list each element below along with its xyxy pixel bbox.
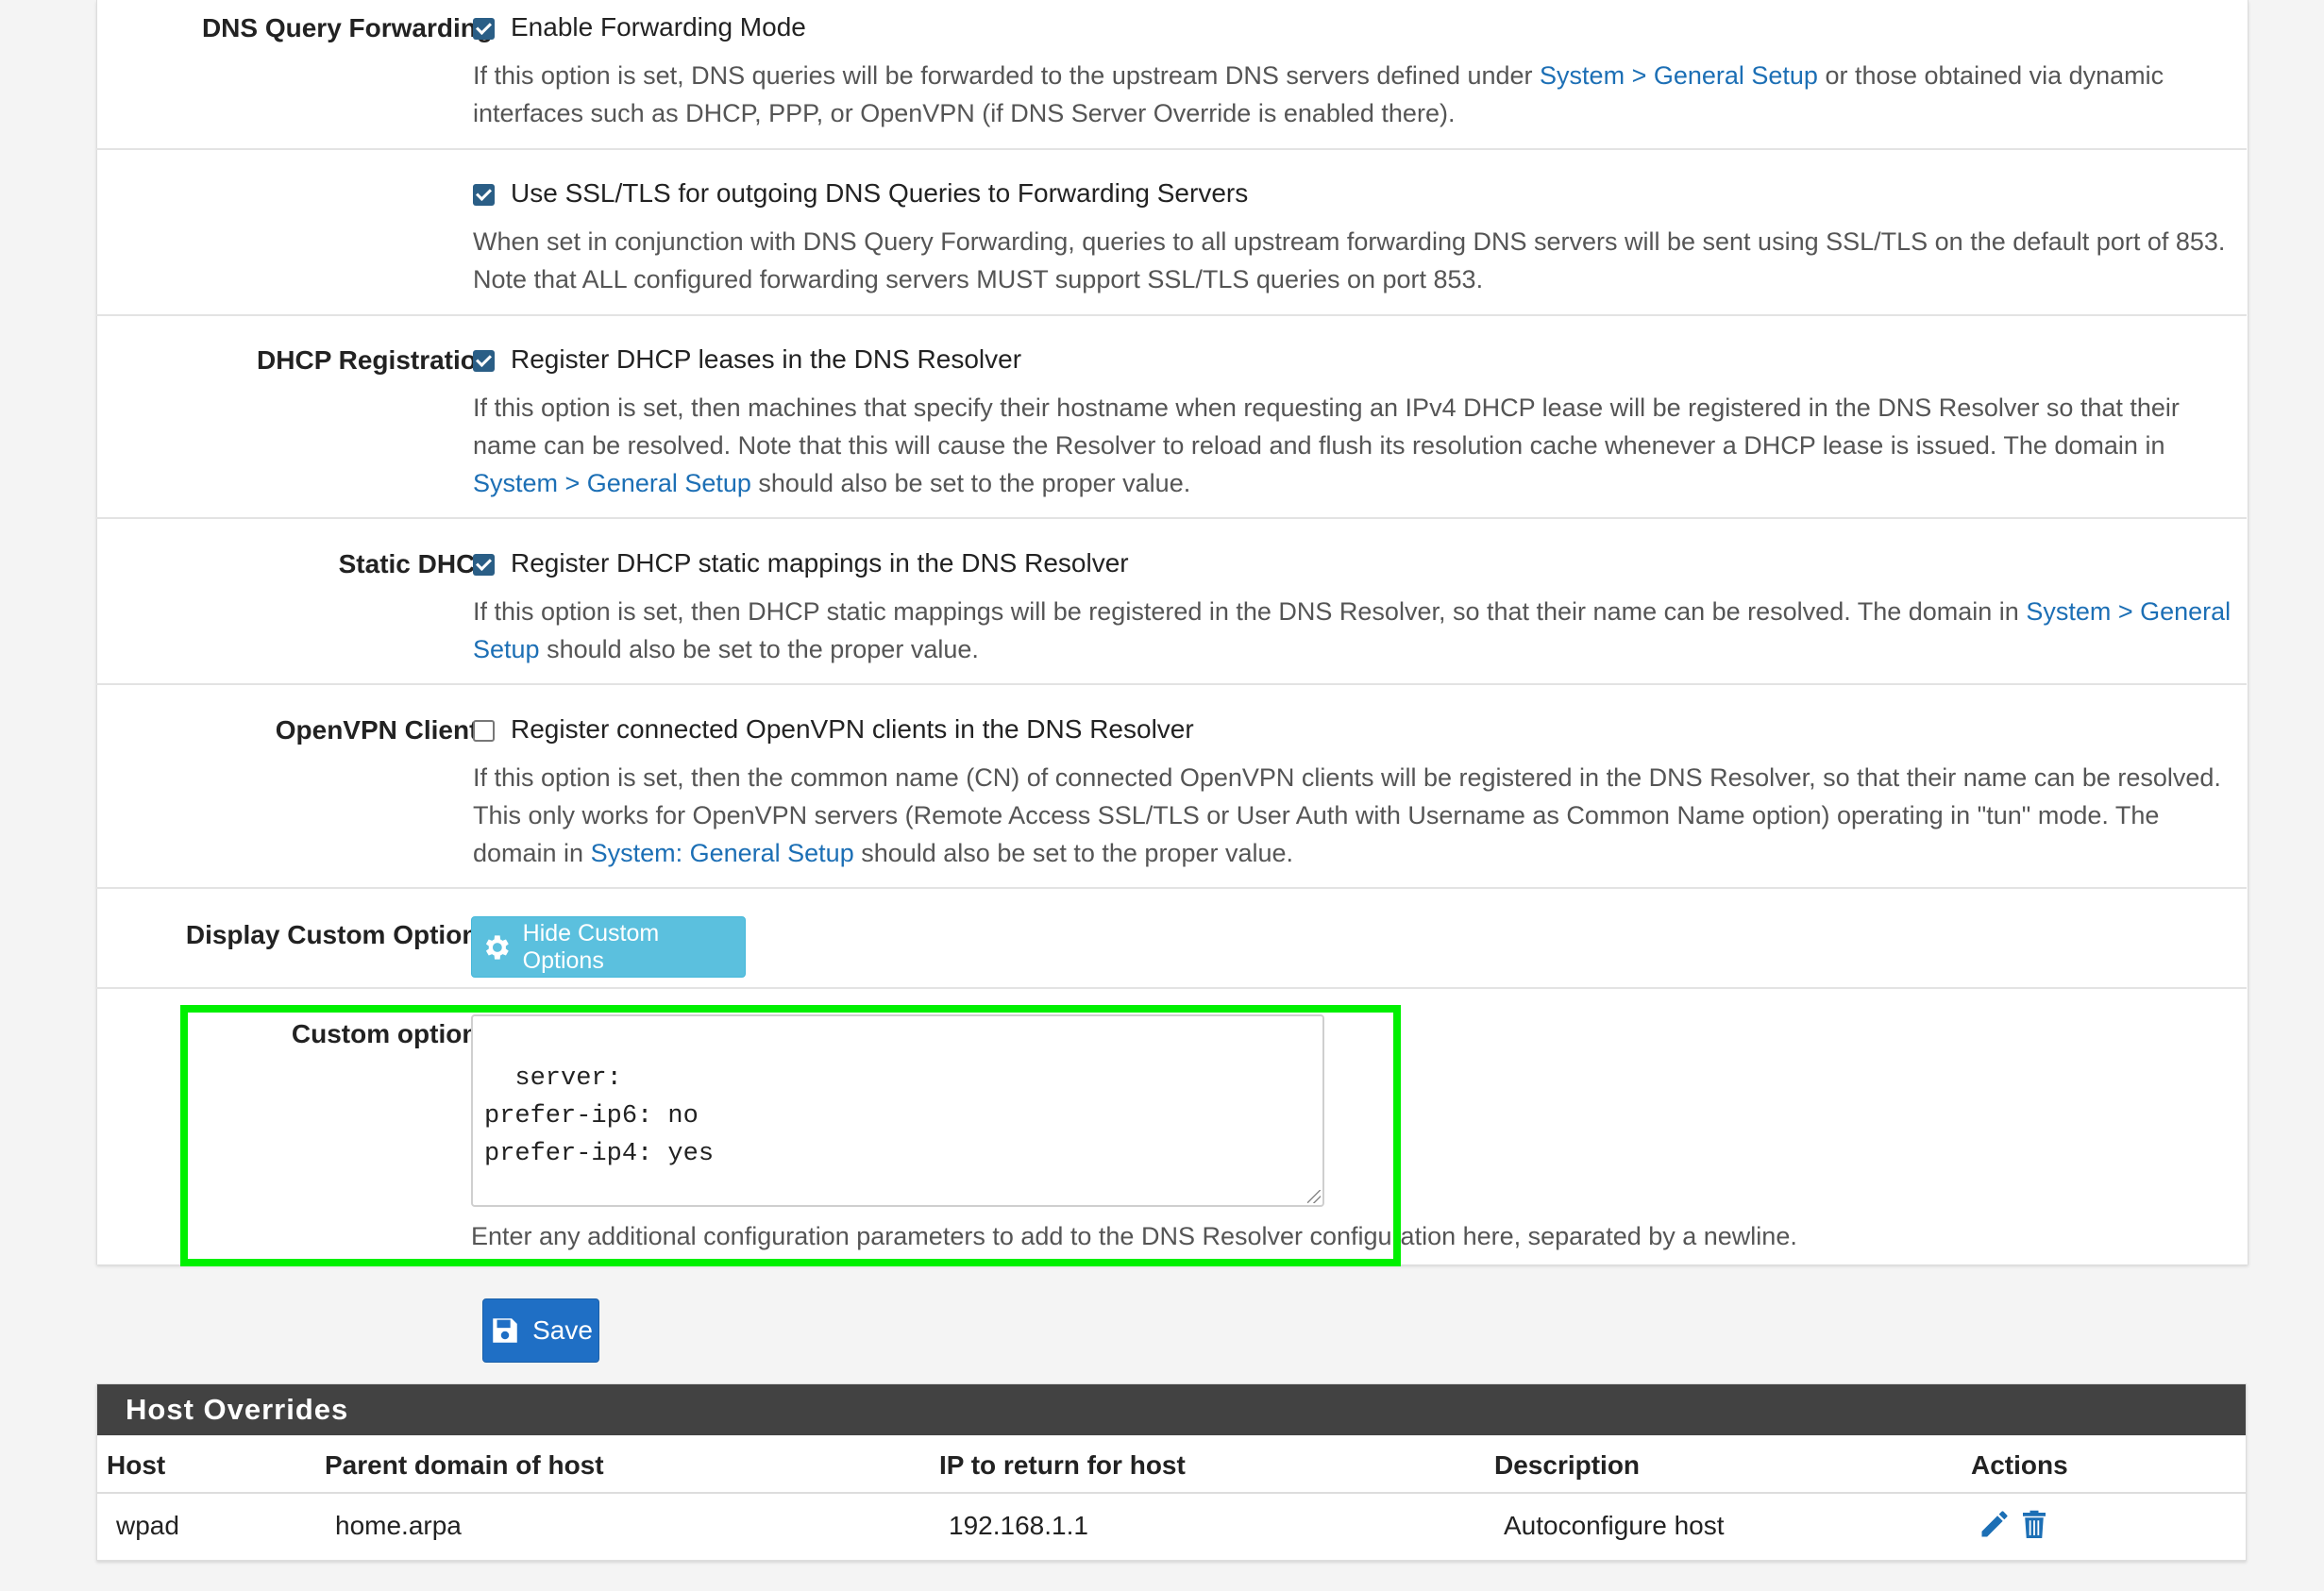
hide-custom-options-label: Hide Custom Options	[522, 919, 660, 974]
column-header-actions: Actions	[1971, 1450, 2068, 1480]
help-text: should also be set to the proper value.	[853, 839, 1294, 867]
table-header-divider	[97, 1492, 2246, 1494]
gear-icon	[485, 934, 509, 960]
column-header-host: Host	[107, 1450, 166, 1480]
static-dhcp-help-text: If this option is set, then DHCP static …	[473, 593, 2238, 668]
label-static-dhcp: Static DHCP	[338, 549, 493, 578]
openvpn-clients-help-text: If this option is set, then the common n…	[473, 759, 2238, 872]
cell-host: wpad	[116, 1511, 179, 1540]
hide-custom-options-button[interactable]: Hide Custom Options	[471, 916, 746, 978]
ssl-tls-help-text: When set in conjunction with DNS Query F…	[473, 227, 2226, 293]
system-general-setup-link[interactable]: System: General Setup	[591, 839, 854, 867]
host-overrides-title: Host Overrides	[97, 1384, 2246, 1435]
system-general-setup-link[interactable]: System > General Setup	[1540, 61, 1818, 90]
dhcp-registration-label[interactable]: Register DHCP leases in the DNS Resolver	[511, 344, 1021, 375]
openvpn-clients-label[interactable]: Register connected OpenVPN clients in th…	[511, 714, 1194, 745]
help-text: If this option is set, then machines tha…	[473, 394, 2180, 460]
label-display-custom-options: Display Custom Options	[185, 920, 493, 949]
save-button[interactable]: Save	[482, 1298, 599, 1363]
static-dhcp-checkbox[interactable]	[473, 554, 495, 576]
help-text: should also be set to the proper value.	[750, 469, 1191, 497]
dhcp-registration-help-text: If this option is set, then machines tha…	[473, 389, 2238, 502]
floppy-disk-icon	[493, 1318, 517, 1343]
ssl-tls-checkbox[interactable]	[473, 184, 495, 206]
help-text: should also be set to the proper value.	[539, 635, 979, 663]
trash-icon[interactable]	[2017, 1505, 2051, 1543]
highlight-box	[180, 1005, 1401, 1266]
cell-parent-domain: home.arpa	[335, 1511, 462, 1540]
help-text: If this option is set, then DHCP static …	[473, 597, 2027, 626]
column-header-ip: IP to return for host	[939, 1450, 1186, 1480]
static-dhcp-label[interactable]: Register DHCP static mappings in the DNS…	[511, 548, 1129, 578]
host-overrides-panel: Host Overrides Host Parent domain of hos…	[96, 1383, 2247, 1561]
save-button-label: Save	[532, 1315, 593, 1345]
ssl-tls-label[interactable]: Use SSL/TLS for outgoing DNS Queries to …	[511, 178, 1248, 209]
openvpn-clients-checkbox[interactable]	[473, 720, 495, 742]
column-header-description: Description	[1494, 1450, 1641, 1480]
help-text: If this option is set, DNS queries will …	[473, 61, 1541, 90]
cell-description: Autoconfigure host	[1504, 1511, 1725, 1540]
label-openvpn-clients: OpenVPN Clients	[275, 715, 493, 745]
enable-forwarding-checkbox[interactable]	[473, 18, 495, 40]
pencil-icon[interactable]	[1978, 1505, 2012, 1543]
label-dhcp-registration: DHCP Registration	[257, 345, 493, 375]
cell-ip: 192.168.1.1	[949, 1511, 1088, 1540]
forwarding-help-text: If this option is set, DNS queries will …	[473, 57, 2238, 132]
dhcp-registration-checkbox[interactable]	[473, 350, 495, 372]
system-general-setup-link[interactable]: System > General Setup	[473, 469, 751, 497]
enable-forwarding-label[interactable]: Enable Forwarding Mode	[511, 12, 806, 42]
column-header-parent-domain: Parent domain of host	[325, 1450, 604, 1480]
label-dns-query-forwarding: DNS Query Forwarding	[201, 13, 493, 42]
